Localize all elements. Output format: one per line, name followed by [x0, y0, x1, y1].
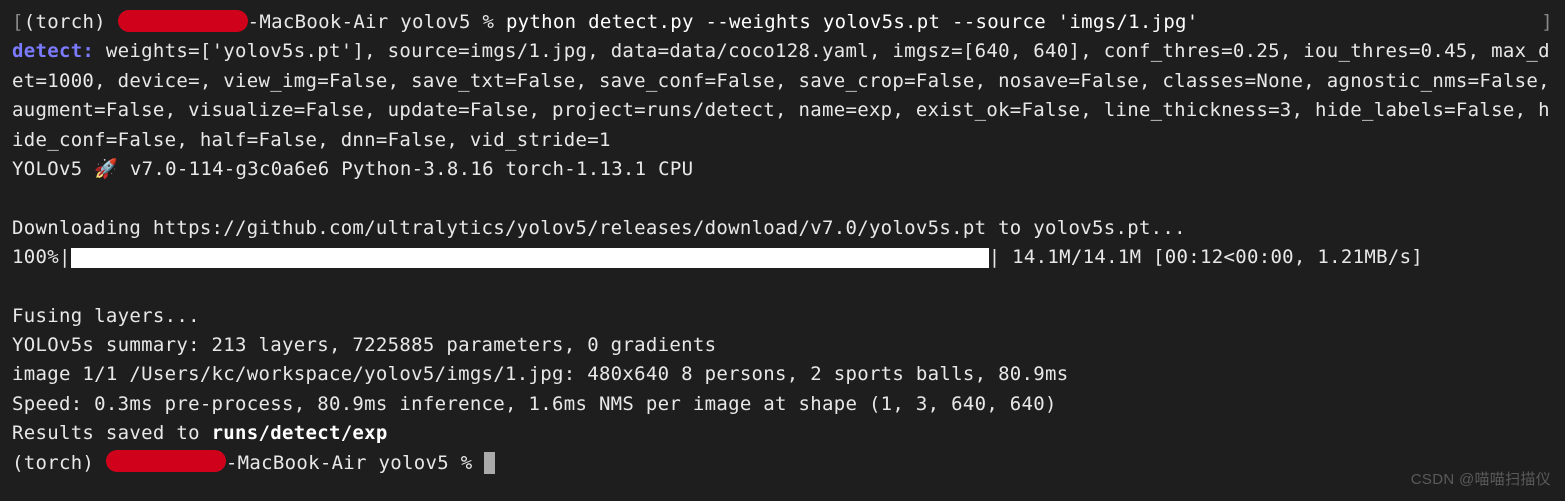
prompt-line-2: (torch) -MacBook-Air yolov5 % — [12, 449, 1553, 478]
blank-line — [12, 185, 1553, 214]
bracket-close: ] — [1541, 8, 1553, 37]
progress-bar-fill — [71, 248, 989, 268]
results-line: Results saved to runs/detect/exp — [12, 419, 1553, 448]
summary-line: YOLOv5s summary: 213 layers, 7225885 par… — [12, 331, 1553, 360]
detect-params: weights=['yolov5s.pt'], source=imgs/1.jp… — [12, 40, 1562, 150]
rocket-icon: 🚀 — [94, 155, 118, 184]
host-path-2: -MacBook-Air yolov5 % — [226, 452, 484, 474]
version-line: YOLOv5 🚀 v7.0-114-g3c0a6e6 Python-3.8.16… — [12, 155, 1553, 184]
progress-line: 100%| | 14.1M/14.1M [00:12<00:00, 1.21MB/… — [12, 243, 1553, 272]
watermark-text: CSDN @喵喵扫描仪 — [1411, 468, 1551, 491]
results-prefix: Results saved to — [12, 422, 212, 444]
yolo-name: YOLOv5 — [12, 158, 94, 180]
progress-stats: | 14.1M/14.1M [00:12<00:00, 1.21MB/s] — [989, 246, 1423, 268]
command-line: [(torch) -MacBook-Air yolov5 % python de… — [12, 8, 1553, 37]
terminal-cursor[interactable] — [484, 452, 495, 474]
env-name: (torch) — [24, 11, 118, 33]
results-path: runs/detect/exp — [212, 422, 388, 444]
bracket-open: [ — [12, 11, 24, 33]
redacted-username-2 — [106, 450, 226, 472]
command-text: python detect.py --weights yolov5s.pt --… — [506, 11, 1199, 33]
progress-pct: 100%| — [12, 246, 71, 268]
version-info: v7.0-114-g3c0a6e6 Python-3.8.16 torch-1.… — [118, 158, 693, 180]
redacted-username — [118, 10, 248, 32]
detect-label: detect: — [12, 40, 106, 62]
fusing-line: Fusing layers... — [12, 302, 1553, 331]
detect-params-line: detect: weights=['yolov5s.pt'], source=i… — [12, 37, 1553, 155]
download-line: Downloading https://github.com/ultralyti… — [12, 214, 1553, 243]
host-path: -MacBook-Air yolov5 % — [248, 11, 506, 33]
blank-line — [12, 273, 1553, 302]
speed-line: Speed: 0.3ms pre-process, 80.9ms inferen… — [12, 390, 1553, 419]
image-result-line: image 1/1 /Users/kc/workspace/yolov5/img… — [12, 360, 1553, 389]
env-name-2: (torch) — [12, 452, 106, 474]
